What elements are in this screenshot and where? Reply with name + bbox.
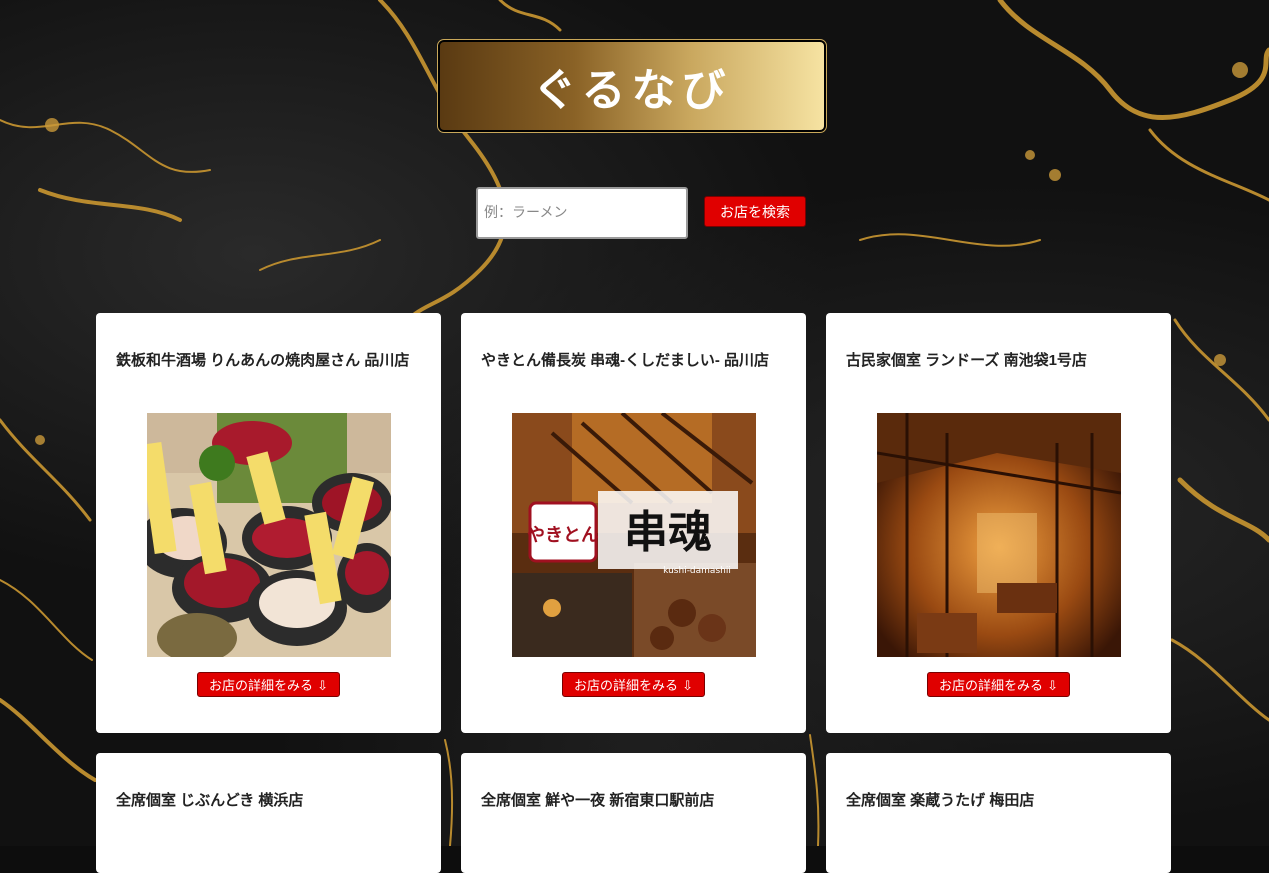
restaurant-card: 全席個室 鮮や一夜 新宿東口駅前店 <box>461 753 806 873</box>
restaurant-card: 全席個室 楽蔵うたげ 梅田店 <box>826 753 1171 873</box>
restaurant-card: 全席個室 じぶんどき 横浜店 <box>96 753 441 873</box>
svg-text:kushi-damashii: kushi-damashii <box>663 566 731 576</box>
restaurant-card: やきとん備長炭 串魂-くしだましい- 品川店 やきとん 串魂 kushi-dam… <box>461 313 806 733</box>
restaurant-photo: やきとん 串魂 kushi-damashii <box>512 413 756 657</box>
restaurant-name: 全席個室 楽蔵うたげ 梅田店 <box>846 792 1035 809</box>
detail-button[interactable]: お店の詳細をみる ⇩ <box>927 672 1070 697</box>
restaurant-card: 鉄板和牛酒場 りんあんの焼肉屋さん 品川店 お店の詳細をみる ⇩ <box>96 313 441 733</box>
search-button[interactable]: お店を検索 <box>704 196 806 227</box>
svg-text:串魂: 串魂 <box>624 507 712 558</box>
restaurant-photo <box>147 413 391 657</box>
restaurant-name: 鉄板和牛酒場 りんあんの焼肉屋さん 品川店 <box>116 352 410 369</box>
search-input[interactable] <box>476 187 688 239</box>
restaurant-photo <box>877 413 1121 657</box>
restaurant-card: 古民家個室 ランドーズ 南池袋1号店 お店の詳細をみる ⇩ <box>826 313 1171 733</box>
restaurant-name: 古民家個室 ランドーズ 南池袋1号店 <box>846 352 1087 369</box>
svg-text:やきとん: やきとん <box>527 525 599 546</box>
detail-button[interactable]: お店の詳細をみる ⇩ <box>197 672 340 697</box>
restaurant-name: 全席個室 じぶんどき 横浜店 <box>116 792 304 809</box>
logo-text: ぐるなび <box>532 65 732 116</box>
restaurant-name: やきとん備長炭 串魂-くしだましい- 品川店 <box>481 352 770 369</box>
site-logo[interactable]: ぐるなび <box>437 39 827 133</box>
restaurant-name: 全席個室 鮮や一夜 新宿東口駅前店 <box>481 792 715 809</box>
detail-button[interactable]: お店の詳細をみる ⇩ <box>562 672 705 697</box>
